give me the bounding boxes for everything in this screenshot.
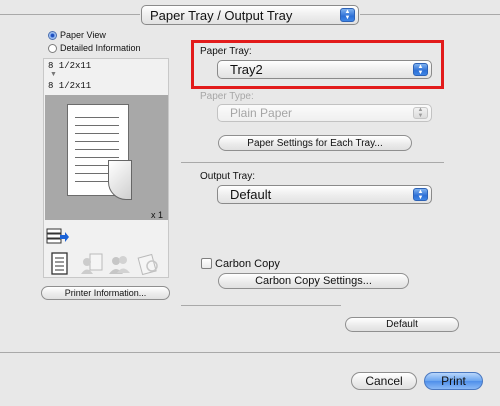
panel-selector-popup[interactable]: Paper Tray / Output Tray ▲ ▼ (141, 5, 359, 25)
stamp-icon (137, 253, 158, 276)
down-arrow-icon: ▼ (50, 71, 57, 78)
paper-size-top: 8 1/2x11 (48, 61, 92, 71)
paper-type-arrows-icon: ▲ ▼ (413, 107, 428, 119)
user-document-icon (81, 253, 103, 274)
paper-tray-arrows-icon: ▲ ▼ (413, 63, 428, 76)
top-separator-right (360, 14, 500, 15)
printer-information-button[interactable]: Printer Information... (41, 286, 170, 300)
output-tray-icon (46, 228, 69, 244)
radio-detailed-information[interactable] (48, 44, 57, 53)
default-button[interactable]: Default (345, 317, 459, 332)
top-separator-left (0, 14, 140, 15)
detailed-information-label: Detailed Information (60, 43, 141, 53)
print-button[interactable]: Print (424, 372, 483, 390)
print-button-label: Print (441, 374, 466, 388)
section-separator-1 (181, 162, 444, 163)
paper-type-value: Plain Paper (230, 106, 293, 120)
panel-selector-label: Paper Tray / Output Tray (150, 7, 293, 23)
printer-information-label: Printer Information... (64, 288, 147, 298)
copies-count: x 1 (151, 210, 164, 220)
paper-view-label: Paper View (60, 30, 106, 40)
paper-tray-value: Tray2 (230, 62, 263, 77)
output-tray-arrows-icon: ▲ ▼ (413, 188, 428, 201)
carbon-copy-settings-button[interactable]: Carbon Copy Settings... (218, 273, 409, 289)
section-separator-2 (181, 305, 341, 306)
paper-size-bottom: 8 1/2x11 (48, 81, 92, 91)
output-tray-label: Output Tray: (200, 171, 256, 182)
carbon-copy-checkbox[interactable] (201, 258, 212, 269)
paper-settings-each-tray-button[interactable]: Paper Settings for Each Tray... (218, 135, 412, 151)
paper-settings-each-tray-label: Paper Settings for Each Tray... (247, 137, 383, 149)
paper-tray-label: Paper Tray: (200, 46, 252, 57)
output-tray-value: Default (230, 187, 272, 202)
bottom-separator (0, 352, 500, 353)
cancel-button[interactable]: Cancel (351, 372, 417, 390)
paper-type-label: Paper Type: (200, 91, 254, 102)
paper-type-popup[interactable]: Plain Paper ▲ ▼ (217, 104, 432, 122)
carbon-copy-label: Carbon Copy (215, 258, 280, 270)
updown-arrows-icon: ▲ ▼ (340, 8, 355, 22)
carbon-copy-settings-label: Carbon Copy Settings... (255, 275, 372, 287)
output-tray-popup[interactable]: Default ▲ ▼ (217, 185, 432, 204)
paper-tray-popup[interactable]: Tray2 ▲ ▼ (217, 60, 432, 79)
default-button-label: Default (386, 319, 418, 330)
page-curl-icon (108, 160, 132, 200)
cancel-button-label: Cancel (365, 374, 403, 388)
radio-paper-view[interactable] (48, 31, 57, 40)
users-icon (109, 256, 130, 274)
document-icon (51, 252, 68, 275)
